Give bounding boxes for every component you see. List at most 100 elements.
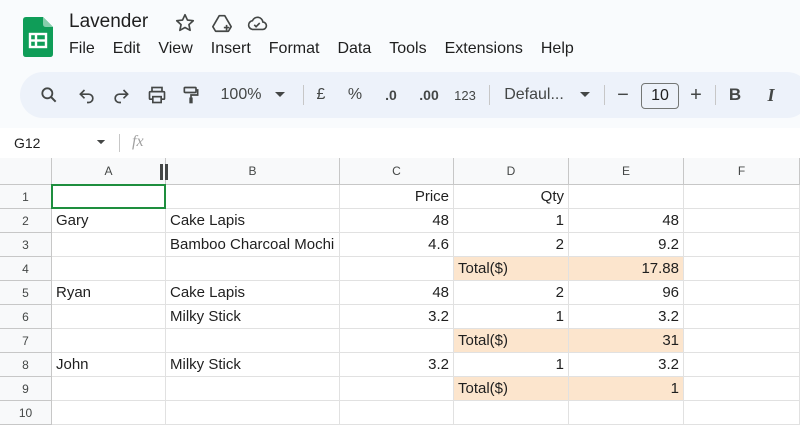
percent-format-button[interactable]: %: [346, 83, 364, 107]
column-header-a[interactable]: A: [52, 158, 166, 185]
cell-f8[interactable]: [684, 353, 800, 377]
cell-c6[interactable]: 3.2: [340, 305, 454, 329]
cell-b1[interactable]: [166, 185, 340, 209]
sheets-logo-icon[interactable]: [23, 17, 53, 57]
cell-d6[interactable]: 1: [454, 305, 569, 329]
cell-e5[interactable]: 96: [569, 281, 684, 305]
row-header-5[interactable]: 5: [0, 281, 52, 305]
menu-data[interactable]: Data: [337, 40, 371, 60]
currency-format-button[interactable]: £: [312, 83, 330, 107]
cell-f4[interactable]: [684, 257, 800, 281]
cell-c2[interactable]: 48: [340, 209, 454, 233]
name-box[interactable]: G12: [14, 135, 40, 151]
cell-a2[interactable]: Gary: [52, 209, 166, 233]
cell-a8[interactable]: John: [52, 353, 166, 377]
font-select[interactable]: Defaul...: [502, 83, 566, 107]
row-header-6[interactable]: 6: [0, 305, 52, 329]
row-header-9[interactable]: 9: [0, 377, 52, 401]
cell-e10[interactable]: [569, 401, 684, 425]
column-resize-handle[interactable]: [160, 164, 168, 180]
cell-a6[interactable]: [52, 305, 166, 329]
cell-f9[interactable]: [684, 377, 800, 401]
zoom-dropdown-icon[interactable]: [272, 83, 288, 107]
cell-f10[interactable]: [684, 401, 800, 425]
increase-font-size-button[interactable]: +: [687, 83, 705, 107]
cell-a9[interactable]: [52, 377, 166, 401]
menu-help[interactable]: Help: [541, 40, 574, 60]
cell-a5[interactable]: Ryan: [52, 281, 166, 305]
cell-e8[interactable]: 3.2: [569, 353, 684, 377]
cell-e7[interactable]: 31: [569, 329, 684, 353]
redo-icon[interactable]: [110, 83, 132, 107]
cell-a7[interactable]: [52, 329, 166, 353]
paint-format-icon[interactable]: [180, 83, 202, 107]
cell-d1[interactable]: Qty: [454, 185, 569, 209]
cell-c4[interactable]: [340, 257, 454, 281]
cell-f5[interactable]: [684, 281, 800, 305]
menu-extensions[interactable]: Extensions: [445, 40, 523, 60]
star-icon[interactable]: [174, 12, 196, 34]
undo-icon[interactable]: [76, 83, 98, 107]
menu-edit[interactable]: Edit: [113, 40, 141, 60]
cell-c1[interactable]: Price: [340, 185, 454, 209]
cell-d10[interactable]: [454, 401, 569, 425]
cell-c10[interactable]: [340, 401, 454, 425]
menu-insert[interactable]: Insert: [211, 40, 251, 60]
select-all-corner[interactable]: [0, 158, 52, 185]
cell-e3[interactable]: 9.2: [569, 233, 684, 257]
cloud-status-icon[interactable]: [246, 12, 268, 34]
cell-b4[interactable]: [166, 257, 340, 281]
cell-d3[interactable]: 2: [454, 233, 569, 257]
row-header-8[interactable]: 8: [0, 353, 52, 377]
search-menus-icon[interactable]: [38, 83, 60, 107]
decrease-decimal-button[interactable]: .0: [378, 83, 404, 107]
row-header-7[interactable]: 7: [0, 329, 52, 353]
italic-button[interactable]: I: [762, 83, 780, 107]
column-header-e[interactable]: E: [569, 158, 684, 185]
cell-a1[interactable]: [52, 185, 166, 209]
move-to-drive-icon[interactable]: [211, 12, 233, 34]
font-size-input[interactable]: 10: [641, 83, 679, 109]
cell-f3[interactable]: [684, 233, 800, 257]
cell-e2[interactable]: 48: [569, 209, 684, 233]
cell-b3[interactable]: Bamboo Charcoal Mochi: [166, 233, 340, 257]
cell-b9[interactable]: [166, 377, 340, 401]
cell-a4[interactable]: [52, 257, 166, 281]
row-header-4[interactable]: 4: [0, 257, 52, 281]
cell-b7[interactable]: [166, 329, 340, 353]
menu-tools[interactable]: Tools: [389, 40, 426, 60]
cell-d4[interactable]: Total($): [454, 257, 569, 281]
cell-b6[interactable]: Milky Stick: [166, 305, 340, 329]
column-header-f[interactable]: F: [684, 158, 800, 185]
cell-d2[interactable]: 1: [454, 209, 569, 233]
cell-f1[interactable]: [684, 185, 800, 209]
cell-c3[interactable]: 4.6: [340, 233, 454, 257]
cell-f7[interactable]: [684, 329, 800, 353]
cell-e6[interactable]: 3.2: [569, 305, 684, 329]
cell-a3[interactable]: [52, 233, 166, 257]
cell-c8[interactable]: 3.2: [340, 353, 454, 377]
column-header-c[interactable]: C: [340, 158, 454, 185]
cell-f6[interactable]: [684, 305, 800, 329]
cell-e1[interactable]: [569, 185, 684, 209]
print-icon[interactable]: [146, 83, 168, 107]
cell-f2[interactable]: [684, 209, 800, 233]
cell-d9[interactable]: Total($): [454, 377, 569, 401]
zoom-select[interactable]: 100%: [216, 83, 266, 107]
cell-b10[interactable]: [166, 401, 340, 425]
row-header-10[interactable]: 10: [0, 401, 52, 425]
cell-b5[interactable]: Cake Lapis: [166, 281, 340, 305]
formula-input[interactable]: [160, 128, 800, 158]
cell-e9[interactable]: 1: [569, 377, 684, 401]
row-header-2[interactable]: 2: [0, 209, 52, 233]
cell-c9[interactable]: [340, 377, 454, 401]
more-formats-button[interactable]: 123: [452, 83, 478, 107]
column-header-b[interactable]: B: [166, 158, 340, 185]
increase-decimal-button[interactable]: .00: [414, 83, 444, 107]
row-header-3[interactable]: 3: [0, 233, 52, 257]
menu-file[interactable]: File: [69, 40, 95, 60]
menu-view[interactable]: View: [158, 40, 192, 60]
cell-b8[interactable]: Milky Stick: [166, 353, 340, 377]
decrease-font-size-button[interactable]: −: [614, 83, 632, 107]
bold-button[interactable]: B: [726, 83, 744, 107]
